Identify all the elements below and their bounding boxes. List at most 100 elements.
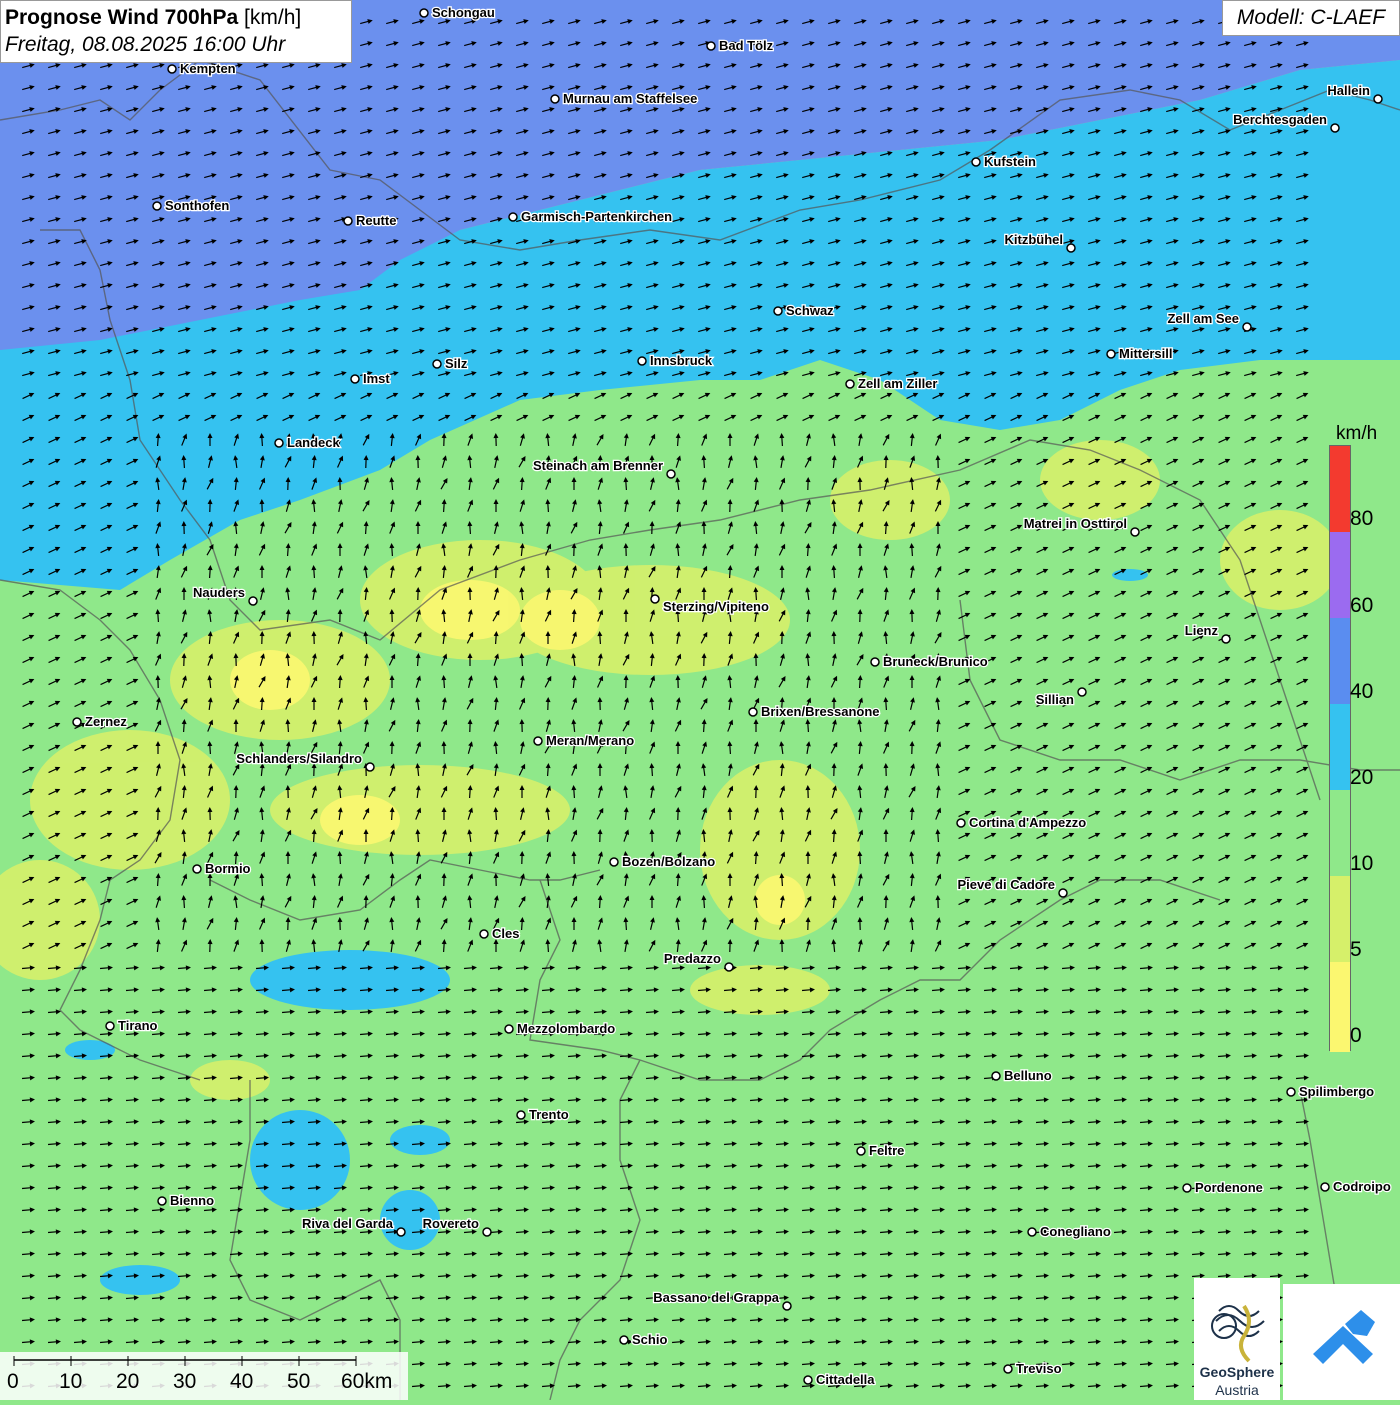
city-label: Nauders (193, 585, 245, 600)
city-dot (957, 819, 965, 827)
legend-seg-10 (1330, 790, 1350, 876)
city-dot (871, 658, 879, 666)
city-label: Matrei in Osttirol (1024, 516, 1127, 531)
city-label: Kempten (180, 61, 236, 76)
legend-label: 40 (1350, 680, 1373, 704)
city-dot (509, 213, 517, 221)
city-marker[interactable]: Cortina d'Ampezzo (957, 815, 1086, 830)
title-main: Prognose Wind 700hPa (5, 6, 238, 29)
scale-label: 40 (230, 1370, 253, 1394)
scale-bar: 0 10 20 30 40 50 60km (0, 1352, 408, 1400)
scale-label: 10 (59, 1370, 82, 1394)
city-dot (153, 202, 161, 210)
scale-label: 20 (116, 1370, 139, 1394)
city-marker[interactable]: Brixen/Bressanone (749, 704, 880, 719)
city-label: Landeck (287, 435, 341, 450)
city-marker[interactable]: Bruneck/Brunico (871, 654, 988, 669)
legend-colorbar (1329, 445, 1351, 1051)
city-dot (366, 763, 374, 771)
legend-seg-40 (1330, 618, 1350, 704)
city-dot (725, 963, 733, 971)
legend-seg-80 (1330, 446, 1350, 532)
city-dot (783, 1302, 791, 1310)
city-label: Sillian (1036, 692, 1074, 707)
city-marker[interactable]: Bozen/Bolzano (610, 854, 715, 869)
city-dot (275, 439, 283, 447)
app-logo[interactable] (1283, 1284, 1400, 1400)
city-dot (972, 158, 980, 166)
city-marker[interactable]: Schongau (420, 5, 495, 20)
city-label: Reutte (356, 213, 396, 228)
city-label: Cortina d'Ampezzo (969, 815, 1086, 830)
city-dot (397, 1228, 405, 1236)
city-label: Bienno (170, 1193, 214, 1208)
wind-map: Schongau Bad Tölz Kempten Murnau am Staffel… (0, 0, 1400, 1400)
city-dot (351, 375, 359, 383)
city-label: Kitzbühel (1005, 232, 1064, 247)
city-marker[interactable]: Pordenone (1183, 1180, 1263, 1195)
title-box: Prognose Wind 700hPa [km/h] Freitag, 08.… (0, 0, 352, 63)
city-dot (249, 597, 257, 605)
city-marker[interactable]: Mezzolombardo (505, 1021, 615, 1036)
city-label: Bruneck/Brunico (883, 654, 988, 669)
city-dot (1078, 688, 1086, 696)
city-dot (193, 865, 201, 873)
city-label: Brixen/Bressanone (761, 704, 880, 719)
city-marker[interactable]: Zell am Ziller (846, 376, 937, 391)
city-dot (620, 1336, 628, 1344)
legend-label: 20 (1350, 766, 1373, 790)
city-marker[interactable]: Spilimbergo (1287, 1084, 1374, 1099)
legend-seg-5 (1330, 876, 1350, 962)
scale-label: 0 (7, 1370, 19, 1394)
city-dot (1107, 350, 1115, 358)
scale-label: 60km (341, 1370, 392, 1394)
city-marker[interactable]: Conegliano (1028, 1224, 1111, 1239)
city-dot (992, 1072, 1000, 1080)
city-dot (1183, 1184, 1191, 1192)
city-marker[interactable]: Innsbruck (638, 353, 713, 368)
legend-unit: km/h (1336, 423, 1377, 445)
city-label: Schwaz (786, 303, 834, 318)
city-dot (651, 595, 659, 603)
scale-label: 30 (173, 1370, 196, 1394)
scale-label: 50 (287, 1370, 310, 1394)
geosphere-logo[interactable]: GeoSphere Austria (1194, 1278, 1280, 1400)
city-label: Rovereto (423, 1216, 479, 1231)
city-label: Imst (363, 371, 390, 386)
city-label: Schio (632, 1332, 667, 1347)
city-marker[interactable]: Murnau am Staffelsee (551, 91, 697, 106)
city-marker[interactable]: Garmisch-Partenkirchen (509, 209, 672, 224)
city-label: Schongau (432, 5, 495, 20)
city-dot (483, 1228, 491, 1236)
title-unit: [km/h] (244, 6, 301, 29)
map-title: Prognose Wind 700hPa [km/h] (5, 4, 347, 32)
geosphere-emblem-icon (1194, 1286, 1280, 1366)
city-dot (505, 1025, 513, 1033)
city-label: Bormio (205, 861, 251, 876)
city-dot (517, 1111, 525, 1119)
city-dot (73, 718, 81, 726)
city-label: Predazzo (664, 951, 721, 966)
city-label: Bozen/Bolzano (622, 854, 715, 869)
legend-label: 60 (1350, 594, 1373, 618)
city-dot (534, 737, 542, 745)
city-label: Innsbruck (650, 353, 713, 368)
city-dot (1374, 95, 1382, 103)
city-dot (1004, 1365, 1012, 1373)
city-dot (610, 858, 618, 866)
city-label: Bad Tölz (719, 38, 774, 53)
city-label: Conegliano (1040, 1224, 1111, 1239)
legend-label: 5 (1350, 938, 1362, 962)
city-label: Bassano del Grappa (653, 1290, 779, 1305)
city-dot (749, 708, 757, 716)
legend-label: 10 (1350, 852, 1373, 876)
city-dot (1331, 124, 1339, 132)
city-marker[interactable]: Sonthofen (153, 198, 229, 213)
city-label: Cles (492, 926, 519, 941)
city-marker[interactable]: Meran/Merano (534, 733, 634, 748)
model-label: Modell: C-LAEF (1222, 0, 1400, 36)
city-label: Hallein (1327, 83, 1370, 98)
city-label: Riva del Garda (302, 1216, 394, 1231)
city-dot (420, 9, 428, 17)
city-label: Treviso (1016, 1361, 1062, 1376)
